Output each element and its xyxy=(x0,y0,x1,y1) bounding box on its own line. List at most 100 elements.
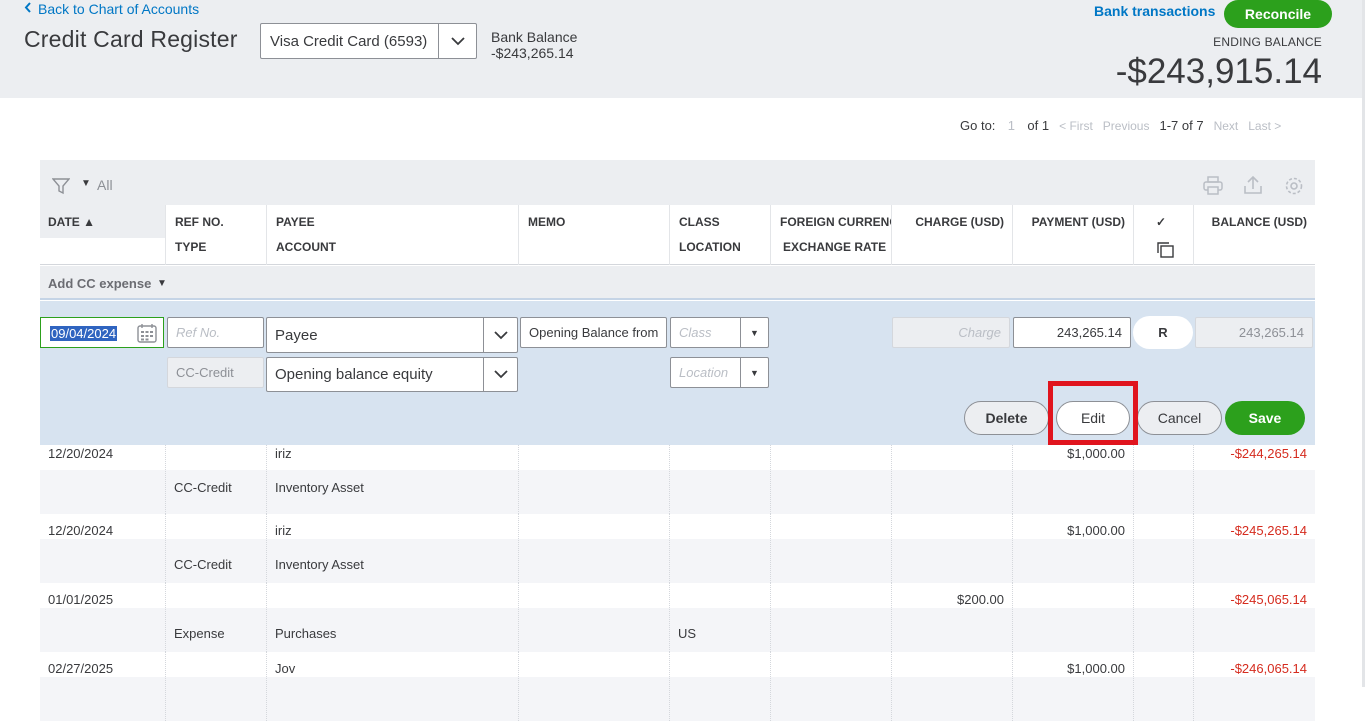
row-type: CC-Credit xyxy=(174,557,232,572)
column-account[interactable]: ACCOUNT xyxy=(276,240,336,254)
row-payment: $1,000.00 xyxy=(1067,523,1125,538)
account-value: Opening balance equity xyxy=(275,366,433,383)
chevron-down-icon[interactable] xyxy=(483,318,517,352)
date-value: 09/04/2024 xyxy=(50,326,118,341)
column-reconcile-status[interactable]: ✓ xyxy=(1156,215,1166,229)
bank-balance: Bank Balance -$243,265.14 xyxy=(491,29,577,61)
column-reconcile-wrap: ✓ xyxy=(1133,205,1193,265)
row-account: Purchases xyxy=(275,626,337,641)
bank-balance-label: Bank Balance xyxy=(491,29,578,45)
highlight-box xyxy=(1048,381,1138,445)
register-toolbar: ▼ All xyxy=(40,160,1315,205)
column-date[interactable]: DATE ▲ xyxy=(40,205,165,238)
last-page-link[interactable]: Last > xyxy=(1248,119,1281,133)
column-payment-wrap: PAYMENT (USD) xyxy=(1012,205,1133,265)
table-row[interactable]: 12/20/2024 iriz $1,000.00 -$244,265.14 C… xyxy=(40,445,1315,514)
column-ref-no[interactable]: REF NO. xyxy=(175,215,224,229)
payee-select[interactable]: Payee xyxy=(266,317,518,353)
chevron-down-icon[interactable] xyxy=(438,24,476,58)
class-select[interactable]: Class ▼ xyxy=(670,317,769,348)
row-date: 02/27/2025 xyxy=(48,661,114,676)
column-payee[interactable]: PAYEE xyxy=(276,215,315,229)
location-placeholder: Location xyxy=(679,365,729,380)
column-class[interactable]: CLASS xyxy=(679,215,720,229)
type-field: CC-Credit xyxy=(167,357,264,388)
pagination: Go to: 1 of 1 < First Previous 1-7 of 7 … xyxy=(960,118,1281,133)
row-balance: -$246,065.14 xyxy=(1230,661,1307,676)
ending-balance-label: ENDING BALANCE xyxy=(1213,35,1322,49)
location-select[interactable]: Location ▼ xyxy=(670,357,769,388)
row-second-line xyxy=(40,677,1315,721)
back-to-chart-of-accounts-link[interactable]: Back to Chart of Accounts xyxy=(24,1,199,17)
row-type: Expense xyxy=(174,626,225,641)
caret-down-icon[interactable]: ▼ xyxy=(740,318,768,347)
row-balance: -$245,065.14 xyxy=(1230,592,1307,607)
date-field[interactable]: 09/04/2024 xyxy=(40,317,164,348)
memo-input[interactable]: Opening Balance from xyxy=(520,317,667,348)
caret-down-icon[interactable]: ▼ xyxy=(157,278,167,289)
column-foreign-currency[interactable]: FOREIGN CURRENC xyxy=(780,215,891,229)
transaction-list: 12/20/2024 iriz $1,000.00 -$244,265.14 C… xyxy=(40,445,1315,721)
column-payee-account: PAYEE ACCOUNT xyxy=(266,205,518,265)
row-account: Inventory Asset xyxy=(275,557,364,572)
column-balance[interactable]: BALANCE (USD) xyxy=(1212,215,1307,229)
save-button[interactable]: Save xyxy=(1225,401,1305,435)
page-title: Credit Card Register xyxy=(24,26,238,52)
column-ref-type: REF NO. TYPE xyxy=(165,205,266,265)
column-location[interactable]: LOCATION xyxy=(679,240,741,254)
column-payment[interactable]: PAYMENT (USD) xyxy=(1032,215,1125,229)
row-payee: Jov xyxy=(275,661,296,676)
column-memo[interactable]: MEMO xyxy=(528,215,565,229)
settings-icon[interactable] xyxy=(1284,176,1304,201)
row-date: 01/01/2025 xyxy=(48,592,114,607)
row-date: 12/20/2024 xyxy=(48,523,114,538)
row-payee: iriz xyxy=(275,446,292,461)
charge-input: Charge xyxy=(892,317,1010,348)
add-cc-expense-label[interactable]: Add CC expense xyxy=(48,276,151,291)
column-header: DATE ▲ REF NO. TYPE PAYEE ACCOUNT MEMO C… xyxy=(40,205,1315,265)
filter-value[interactable]: All xyxy=(97,177,113,193)
reconcile-status-toggle[interactable]: R xyxy=(1133,316,1193,349)
caret-down-icon[interactable]: ▼ xyxy=(81,178,91,189)
reconcile-button[interactable]: Reconcile xyxy=(1224,0,1332,28)
column-memo-wrap: MEMO xyxy=(518,205,669,265)
register-header: Back to Chart of Accounts Credit Card Re… xyxy=(0,0,1365,98)
previous-page-link[interactable]: Previous xyxy=(1103,119,1150,133)
account-select[interactable]: Visa Credit Card (6593) xyxy=(260,23,477,59)
page-input[interactable]: 1 xyxy=(1005,118,1017,133)
ending-balance-value: -$243,915.14 xyxy=(1115,52,1322,91)
account-select-row[interactable]: Opening balance equity xyxy=(266,357,518,392)
table-row[interactable]: 12/20/2024 iriz $1,000.00 -$245,265.14 C… xyxy=(40,514,1315,583)
record-range: 1-7 of 7 xyxy=(1159,118,1204,133)
edit-transaction-row: 09/04/2024 Ref No. CC-Credit Payee Openi… xyxy=(40,301,1315,445)
table-row[interactable]: 01/01/2025 $200.00 -$245,065.14 Expense … xyxy=(40,583,1315,652)
next-page-link[interactable]: Next xyxy=(1214,119,1239,133)
ref-no-input[interactable]: Ref No. xyxy=(167,317,264,348)
chevron-left-icon xyxy=(24,2,32,16)
class-placeholder: Class xyxy=(679,325,712,340)
row-location: US xyxy=(678,626,697,641)
bank-transactions-link[interactable]: Bank transactions xyxy=(1094,3,1215,19)
row-payment: $1,000.00 xyxy=(1067,446,1125,461)
back-link-label: Back to Chart of Accounts xyxy=(38,1,200,17)
caret-down-icon[interactable]: ▼ xyxy=(740,358,768,387)
add-transaction-bar[interactable]: Add CC expense ▼ xyxy=(40,266,1315,300)
copy-icon[interactable] xyxy=(1156,242,1174,261)
column-exchange-rate[interactable]: EXCHANGE RATE xyxy=(783,240,886,254)
export-icon[interactable] xyxy=(1243,175,1263,200)
chevron-down-icon[interactable] xyxy=(483,358,517,391)
print-icon[interactable] xyxy=(1203,176,1223,200)
first-page-link[interactable]: < First xyxy=(1059,119,1093,133)
column-type[interactable]: TYPE xyxy=(175,240,206,254)
row-balance: -$245,265.14 xyxy=(1230,523,1307,538)
row-date: 12/20/2024 xyxy=(48,446,114,461)
column-charge[interactable]: CHARGE (USD) xyxy=(915,215,1004,229)
payment-input[interactable]: 243,265.14 xyxy=(1013,317,1131,348)
row-charge: $200.00 xyxy=(957,592,1004,607)
payee-value: Payee xyxy=(275,326,318,344)
calendar-icon[interactable] xyxy=(137,323,157,348)
delete-button[interactable]: Delete xyxy=(964,401,1049,435)
filter-icon[interactable] xyxy=(51,178,71,200)
cancel-button[interactable]: Cancel xyxy=(1137,401,1222,435)
row-payment: $1,000.00 xyxy=(1067,661,1125,676)
